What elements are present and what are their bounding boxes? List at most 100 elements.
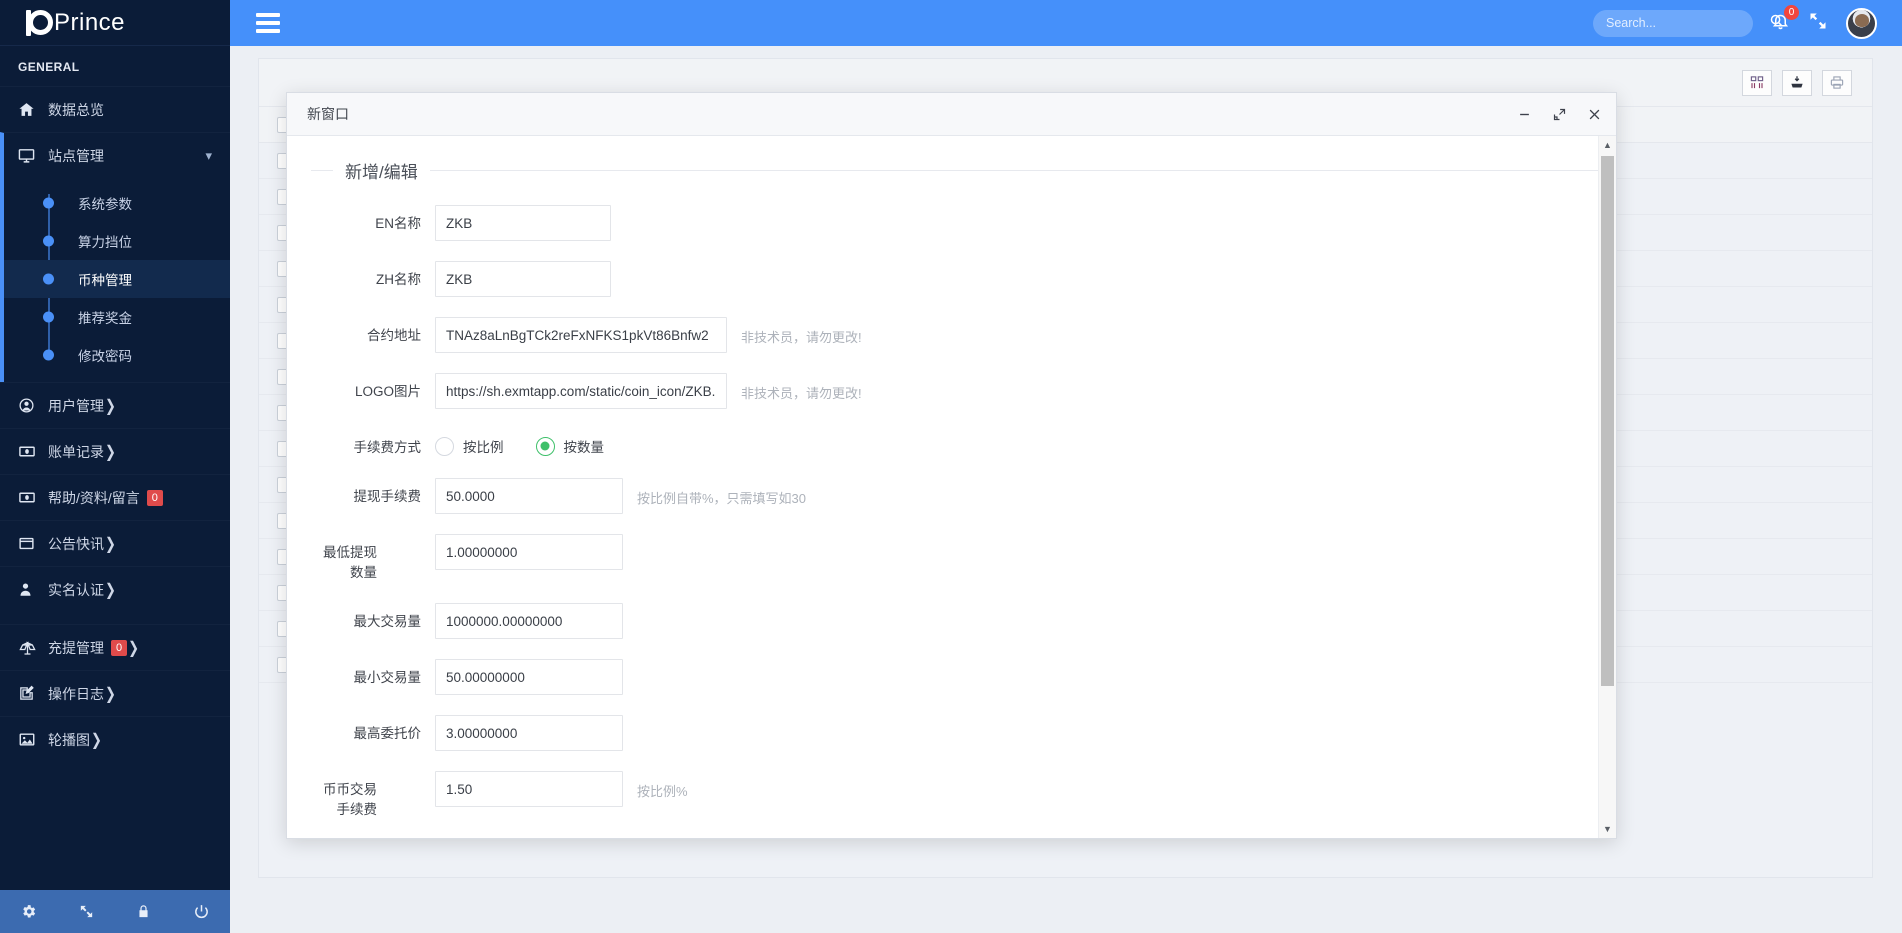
field-label: 手续费方式 (353, 440, 422, 455)
avatar[interactable] (1846, 7, 1877, 39)
brand-logo[interactable]: Prince (0, 0, 230, 46)
sidebar-item-label: 充提管理 (48, 639, 104, 656)
sidebar-subitem-label: 币种管理 (78, 273, 132, 288)
power-icon[interactable] (173, 903, 231, 920)
modal-body: 新增/编辑 EN名称 ZH名称 合约地址 非技术员，请勿更改! LOGO (287, 136, 1616, 838)
scales-icon (18, 639, 44, 657)
field-label: 提现手续费 (353, 489, 422, 504)
caret-up-icon[interactable]: ▲ (1599, 136, 1616, 154)
hamburger-icon[interactable] (256, 9, 280, 37)
sidebar-subitem-change-password[interactable]: 修改密码 (4, 336, 230, 374)
form-row-min-trade-volume: 最小交易量 (287, 659, 1598, 695)
sidebar-item-deposit-withdraw[interactable]: 充提管理 0 ❯ (0, 624, 230, 670)
sidebar-item-help-docs-messages[interactable]: 帮助/资料/留言 0 (0, 474, 230, 520)
chevron-right-icon: ❯ (105, 395, 116, 415)
sidebar-item-carousel[interactable]: 轮播图 ❯ (0, 716, 230, 762)
notifications-button[interactable]: 0 (1771, 4, 1799, 36)
sidebar-subitem-system-params[interactable]: 系统参数 (4, 184, 230, 222)
sidebar-item-label: 公告快讯 (48, 535, 104, 552)
close-icon[interactable] (1587, 107, 1602, 122)
fullscreen-icon[interactable] (1808, 11, 1828, 36)
sidebar-subitem-label: 算力挡位 (78, 235, 132, 250)
modal-form: 新增/编辑 EN名称 ZH名称 合约地址 非技术员，请勿更改! LOGO (287, 136, 1598, 838)
chevron-right-icon: ❯ (105, 683, 116, 703)
expand-icon[interactable] (58, 903, 116, 920)
top-bar-actions: 0 (1593, 4, 1902, 39)
min-trade-volume-input[interactable] (435, 659, 623, 695)
fee-mode-radio-amount[interactable]: 按数量 (535, 436, 605, 456)
sidebar-item-billing-records[interactable]: 账单记录 ❯ (0, 428, 230, 474)
radio-selected-icon[interactable] (535, 436, 555, 456)
max-order-price-input[interactable] (435, 715, 623, 751)
window-icon (18, 535, 44, 552)
sidebar-subitem-label: 修改密码 (78, 349, 132, 364)
trade-fee-input[interactable] (435, 771, 623, 807)
radio-unselected-icon[interactable] (435, 436, 454, 456)
maximize-icon[interactable] (1552, 107, 1567, 122)
sidebar: Prince GENERAL 数据总览 站点管理 ▾ 系统参数 算力挡位 币种管… (0, 0, 230, 933)
caret-down-icon[interactable]: ▼ (1599, 820, 1616, 838)
sidebar-item-label: 账单记录 (48, 443, 104, 460)
max-trade-volume-input[interactable] (435, 603, 623, 639)
modal-scrollbar[interactable]: ▲ ▼ (1598, 136, 1616, 838)
sidebar-item-dashboard[interactable]: 数据总览 (0, 86, 230, 132)
search-box[interactable] (1593, 9, 1783, 37)
chevron-right-icon: ❯ (105, 579, 116, 599)
sidebar-subitem-referral-bonus[interactable]: 推荐奖金 (4, 298, 230, 336)
modal-title-text: 新窗口 (307, 106, 349, 122)
sidebar-subitem-label: 推荐奖金 (78, 311, 132, 326)
sidebar-submenu: 系统参数 算力挡位 币种管理 推荐奖金 修改密码 (0, 178, 230, 382)
chevron-right-icon: ❯ (105, 533, 116, 553)
chevron-right-icon: ❯ (91, 729, 102, 749)
sidebar-item-label: 轮播图 (48, 731, 90, 748)
sidebar-item-kyc[interactable]: 实名认证 ❯ (0, 566, 230, 612)
export-icon[interactable] (1782, 69, 1812, 96)
notification-count-badge: 0 (1784, 4, 1799, 20)
radio-label: 按数量 (563, 440, 605, 455)
sidebar-item-label: 实名认证 (48, 581, 104, 598)
banknote-icon (18, 443, 44, 460)
print-icon[interactable] (1822, 69, 1852, 96)
sidebar-subitem-hashrate-tier[interactable]: 算力挡位 (4, 222, 230, 260)
field-label: 合约地址 (367, 328, 421, 343)
withdraw-fee-input[interactable] (435, 478, 623, 514)
columns-icon[interactable] (1742, 69, 1772, 96)
zh-name-input[interactable] (435, 261, 611, 297)
en-name-input[interactable] (435, 205, 611, 241)
sidebar-item-badge: 0 (111, 639, 128, 656)
sidebar-subitem-coin-management[interactable]: 币种管理 (4, 260, 230, 298)
field-hint: 非技术员，请勿更改! (741, 330, 862, 345)
new-window-modal: 新窗口 新增/编辑 EN名称 ZKB ZH名称 ZKB 合约地址 TNAz8aL… (286, 92, 1617, 839)
scrollbar-thumb[interactable] (1601, 156, 1614, 686)
chevron-right-icon: ❯ (105, 441, 116, 461)
sidebar-item-user-management[interactable]: 用户管理 ❯ (0, 382, 230, 428)
form-row-max-trade-volume: 最大交易量 (287, 603, 1598, 639)
fee-mode-radio-ratio[interactable]: 按比例 (435, 436, 504, 456)
home-icon (18, 101, 44, 118)
sidebar-item-label: 用户管理 (48, 397, 104, 414)
lock-icon[interactable] (115, 903, 173, 920)
sidebar-item-site-management[interactable]: 站点管理 ▾ (0, 132, 230, 178)
sidebar-item-label: 操作日志 (48, 685, 104, 702)
sidebar-item-label: 数据总览 (48, 101, 104, 118)
sidebar-item-operation-log[interactable]: 操作日志 ❯ (0, 670, 230, 716)
contract-address-input[interactable] (435, 317, 727, 353)
gear-icon[interactable] (0, 903, 58, 920)
form-row-en-name: EN名称 (287, 205, 1598, 241)
modal-title-bar[interactable]: 新窗口 (287, 93, 1616, 136)
min-withdraw-amount-input[interactable] (435, 534, 623, 570)
logo-image-input[interactable] (435, 373, 727, 409)
sidebar-item-announcements[interactable]: 公告快讯 ❯ (0, 520, 230, 566)
field-label: 最高委托价 (353, 726, 422, 741)
minimize-icon[interactable] (1517, 107, 1532, 122)
image-icon (18, 731, 44, 748)
field-label: 最低提现数量 (323, 545, 377, 580)
radio-label: 按比例 (463, 440, 504, 455)
field-hint: 非技术员，请勿更改! (741, 386, 862, 401)
form-row-trade-fee: 币币交易手续费 按比例% (287, 771, 1598, 820)
submenu-dot-icon (43, 273, 54, 285)
form-row-logo-image: LOGO图片 非技术员，请勿更改! (287, 373, 1598, 409)
chevron-right-icon: ❯ (128, 637, 140, 657)
search-input[interactable] (1604, 15, 1769, 31)
person-icon (18, 581, 44, 598)
